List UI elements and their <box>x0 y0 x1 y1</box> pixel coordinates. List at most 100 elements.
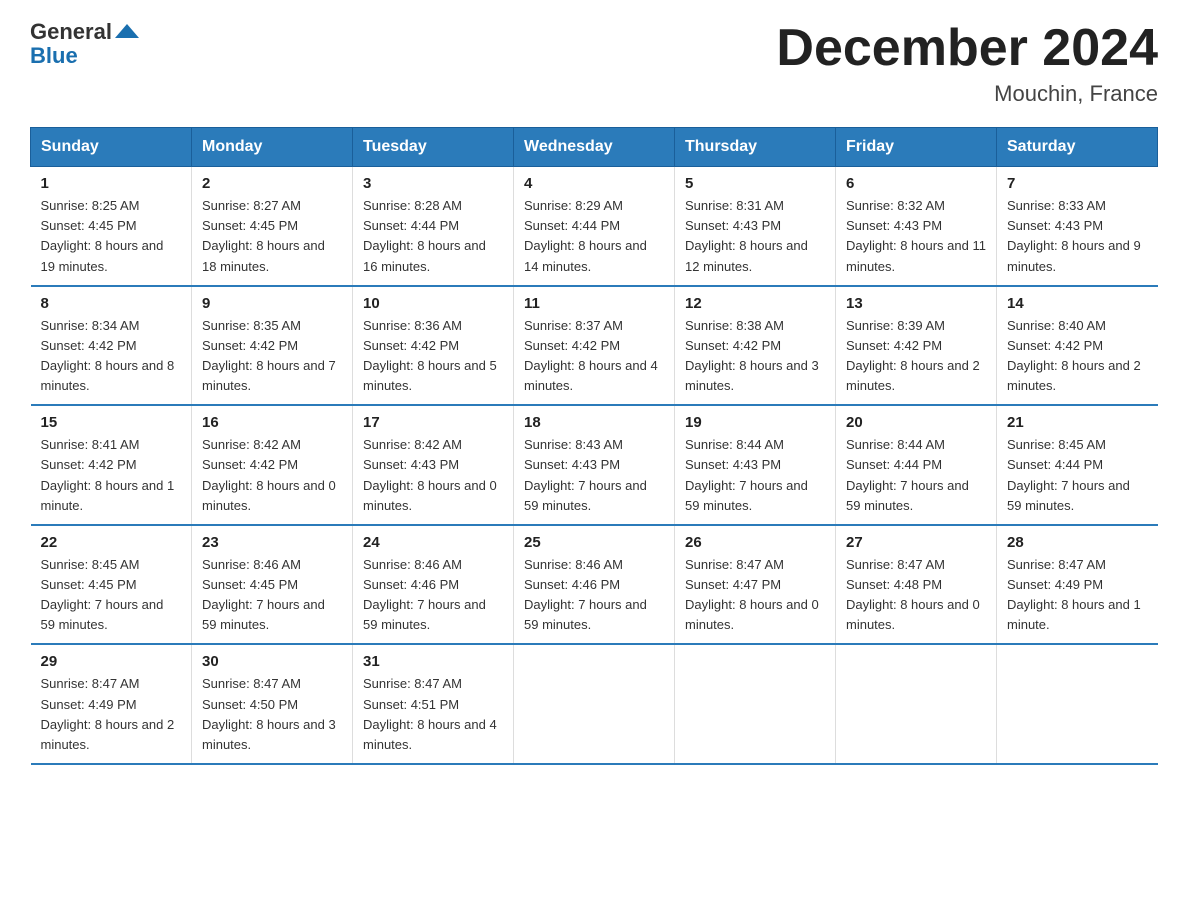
day-number: 4 <box>524 175 664 192</box>
table-row: 22 Sunrise: 8:45 AM Sunset: 4:45 PM Dayl… <box>31 525 192 645</box>
table-row: 2 Sunrise: 8:27 AM Sunset: 4:45 PM Dayli… <box>192 167 353 286</box>
day-info: Sunrise: 8:25 AM Sunset: 4:45 PM Dayligh… <box>41 196 182 277</box>
table-row: 31 Sunrise: 8:47 AM Sunset: 4:51 PM Dayl… <box>353 644 514 764</box>
day-info: Sunrise: 8:32 AM Sunset: 4:43 PM Dayligh… <box>846 196 986 277</box>
table-row: 25 Sunrise: 8:46 AM Sunset: 4:46 PM Dayl… <box>514 525 675 645</box>
table-row: 15 Sunrise: 8:41 AM Sunset: 4:42 PM Dayl… <box>31 405 192 525</box>
calendar-week-row: 15 Sunrise: 8:41 AM Sunset: 4:42 PM Dayl… <box>31 405 1158 525</box>
day-number: 3 <box>363 175 503 192</box>
day-number: 19 <box>685 414 825 431</box>
day-info: Sunrise: 8:29 AM Sunset: 4:44 PM Dayligh… <box>524 196 664 277</box>
day-info: Sunrise: 8:31 AM Sunset: 4:43 PM Dayligh… <box>685 196 825 277</box>
day-number: 12 <box>685 295 825 312</box>
day-number: 23 <box>202 534 342 551</box>
day-info: Sunrise: 8:43 AM Sunset: 4:43 PM Dayligh… <box>524 435 664 516</box>
table-row <box>997 644 1158 764</box>
table-row: 12 Sunrise: 8:38 AM Sunset: 4:42 PM Dayl… <box>675 286 836 406</box>
table-row: 27 Sunrise: 8:47 AM Sunset: 4:48 PM Dayl… <box>836 525 997 645</box>
logo: General Blue <box>30 20 139 68</box>
table-row: 14 Sunrise: 8:40 AM Sunset: 4:42 PM Dayl… <box>997 286 1158 406</box>
table-row: 8 Sunrise: 8:34 AM Sunset: 4:42 PM Dayli… <box>31 286 192 406</box>
day-number: 9 <box>202 295 342 312</box>
table-row <box>675 644 836 764</box>
day-number: 31 <box>363 653 503 670</box>
table-row: 5 Sunrise: 8:31 AM Sunset: 4:43 PM Dayli… <box>675 167 836 286</box>
day-info: Sunrise: 8:45 AM Sunset: 4:44 PM Dayligh… <box>1007 435 1148 516</box>
table-row: 21 Sunrise: 8:45 AM Sunset: 4:44 PM Dayl… <box>997 405 1158 525</box>
table-row: 26 Sunrise: 8:47 AM Sunset: 4:47 PM Dayl… <box>675 525 836 645</box>
table-row: 9 Sunrise: 8:35 AM Sunset: 4:42 PM Dayli… <box>192 286 353 406</box>
day-number: 21 <box>1007 414 1148 431</box>
table-row: 18 Sunrise: 8:43 AM Sunset: 4:43 PM Dayl… <box>514 405 675 525</box>
location: Mouchin, France <box>776 81 1158 107</box>
header-monday: Monday <box>192 128 353 167</box>
day-number: 25 <box>524 534 664 551</box>
day-number: 2 <box>202 175 342 192</box>
day-info: Sunrise: 8:47 AM Sunset: 4:47 PM Dayligh… <box>685 555 825 636</box>
day-number: 30 <box>202 653 342 670</box>
day-info: Sunrise: 8:35 AM Sunset: 4:42 PM Dayligh… <box>202 316 342 397</box>
table-row: 6 Sunrise: 8:32 AM Sunset: 4:43 PM Dayli… <box>836 167 997 286</box>
day-info: Sunrise: 8:40 AM Sunset: 4:42 PM Dayligh… <box>1007 316 1148 397</box>
day-info: Sunrise: 8:46 AM Sunset: 4:46 PM Dayligh… <box>363 555 503 636</box>
table-row: 24 Sunrise: 8:46 AM Sunset: 4:46 PM Dayl… <box>353 525 514 645</box>
day-info: Sunrise: 8:47 AM Sunset: 4:50 PM Dayligh… <box>202 674 342 755</box>
table-row: 30 Sunrise: 8:47 AM Sunset: 4:50 PM Dayl… <box>192 644 353 764</box>
day-number: 13 <box>846 295 986 312</box>
day-info: Sunrise: 8:37 AM Sunset: 4:42 PM Dayligh… <box>524 316 664 397</box>
header-saturday: Saturday <box>997 128 1158 167</box>
table-row: 17 Sunrise: 8:42 AM Sunset: 4:43 PM Dayl… <box>353 405 514 525</box>
day-info: Sunrise: 8:47 AM Sunset: 4:49 PM Dayligh… <box>41 674 182 755</box>
table-row <box>514 644 675 764</box>
day-number: 27 <box>846 534 986 551</box>
table-row: 4 Sunrise: 8:29 AM Sunset: 4:44 PM Dayli… <box>514 167 675 286</box>
calendar-header-row: Sunday Monday Tuesday Wednesday Thursday… <box>31 128 1158 167</box>
day-number: 26 <box>685 534 825 551</box>
table-row: 11 Sunrise: 8:37 AM Sunset: 4:42 PM Dayl… <box>514 286 675 406</box>
day-number: 28 <box>1007 534 1148 551</box>
table-row: 19 Sunrise: 8:44 AM Sunset: 4:43 PM Dayl… <box>675 405 836 525</box>
calendar-table: Sunday Monday Tuesday Wednesday Thursday… <box>30 127 1158 765</box>
table-row: 28 Sunrise: 8:47 AM Sunset: 4:49 PM Dayl… <box>997 525 1158 645</box>
table-row: 1 Sunrise: 8:25 AM Sunset: 4:45 PM Dayli… <box>31 167 192 286</box>
day-info: Sunrise: 8:27 AM Sunset: 4:45 PM Dayligh… <box>202 196 342 277</box>
calendar-week-row: 8 Sunrise: 8:34 AM Sunset: 4:42 PM Dayli… <box>31 286 1158 406</box>
day-info: Sunrise: 8:33 AM Sunset: 4:43 PM Dayligh… <box>1007 196 1148 277</box>
day-info: Sunrise: 8:42 AM Sunset: 4:42 PM Dayligh… <box>202 435 342 516</box>
table-row: 13 Sunrise: 8:39 AM Sunset: 4:42 PM Dayl… <box>836 286 997 406</box>
header-wednesday: Wednesday <box>514 128 675 167</box>
day-number: 15 <box>41 414 182 431</box>
day-number: 17 <box>363 414 503 431</box>
day-info: Sunrise: 8:34 AM Sunset: 4:42 PM Dayligh… <box>41 316 182 397</box>
day-info: Sunrise: 8:38 AM Sunset: 4:42 PM Dayligh… <box>685 316 825 397</box>
day-number: 7 <box>1007 175 1148 192</box>
table-row: 23 Sunrise: 8:46 AM Sunset: 4:45 PM Dayl… <box>192 525 353 645</box>
day-info: Sunrise: 8:39 AM Sunset: 4:42 PM Dayligh… <box>846 316 986 397</box>
day-number: 6 <box>846 175 986 192</box>
calendar-week-row: 1 Sunrise: 8:25 AM Sunset: 4:45 PM Dayli… <box>31 167 1158 286</box>
day-number: 10 <box>363 295 503 312</box>
day-info: Sunrise: 8:44 AM Sunset: 4:44 PM Dayligh… <box>846 435 986 516</box>
day-info: Sunrise: 8:45 AM Sunset: 4:45 PM Dayligh… <box>41 555 182 636</box>
day-info: Sunrise: 8:47 AM Sunset: 4:49 PM Dayligh… <box>1007 555 1148 636</box>
day-number: 5 <box>685 175 825 192</box>
table-row: 7 Sunrise: 8:33 AM Sunset: 4:43 PM Dayli… <box>997 167 1158 286</box>
day-info: Sunrise: 8:36 AM Sunset: 4:42 PM Dayligh… <box>363 316 503 397</box>
day-number: 8 <box>41 295 182 312</box>
day-number: 11 <box>524 295 664 312</box>
month-title: December 2024 <box>776 20 1158 77</box>
table-row: 10 Sunrise: 8:36 AM Sunset: 4:42 PM Dayl… <box>353 286 514 406</box>
table-row: 20 Sunrise: 8:44 AM Sunset: 4:44 PM Dayl… <box>836 405 997 525</box>
day-info: Sunrise: 8:41 AM Sunset: 4:42 PM Dayligh… <box>41 435 182 516</box>
day-number: 1 <box>41 175 182 192</box>
day-info: Sunrise: 8:44 AM Sunset: 4:43 PM Dayligh… <box>685 435 825 516</box>
title-section: December 2024 Mouchin, France <box>776 20 1158 107</box>
page-header: General Blue December 2024 Mouchin, Fran… <box>30 20 1158 107</box>
day-info: Sunrise: 8:47 AM Sunset: 4:51 PM Dayligh… <box>363 674 503 755</box>
day-number: 20 <box>846 414 986 431</box>
day-info: Sunrise: 8:28 AM Sunset: 4:44 PM Dayligh… <box>363 196 503 277</box>
calendar-week-row: 22 Sunrise: 8:45 AM Sunset: 4:45 PM Dayl… <box>31 525 1158 645</box>
table-row: 16 Sunrise: 8:42 AM Sunset: 4:42 PM Dayl… <box>192 405 353 525</box>
day-number: 22 <box>41 534 182 551</box>
table-row: 3 Sunrise: 8:28 AM Sunset: 4:44 PM Dayli… <box>353 167 514 286</box>
